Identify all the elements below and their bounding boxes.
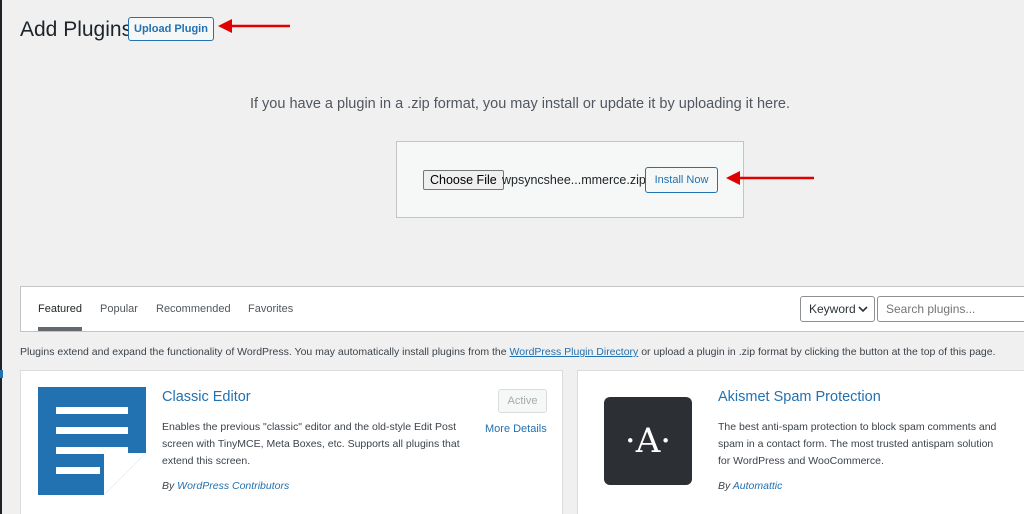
upload-help-text: If you have a plugin in a .zip format, y… bbox=[249, 96, 791, 112]
sidebar-indicator bbox=[0, 370, 3, 378]
intro-text-start: Plugins extend and expand the functional… bbox=[20, 346, 510, 358]
tab-popular[interactable]: Popular bbox=[100, 287, 138, 331]
plugin-card-akismet: ·A· Akismet Spam Protection The best ant… bbox=[577, 370, 1024, 514]
plugin-directory-link[interactable]: WordPress Plugin Directory bbox=[510, 346, 639, 358]
tab-recommended[interactable]: Recommended bbox=[156, 287, 231, 331]
more-details-link[interactable]: More Details bbox=[485, 423, 547, 435]
plugin-author: By Automattic bbox=[718, 480, 782, 492]
akismet-logo-icon[interactable]: ·A· bbox=[604, 397, 692, 485]
plugin-name-link[interactable]: Akismet Spam Protection bbox=[718, 389, 881, 405]
document-lines-icon[interactable] bbox=[38, 387, 146, 495]
upload-form: Choose File wpsyncshee...mmerce.zip Inst… bbox=[396, 141, 744, 218]
plugin-description: The best anti-spam protection to block s… bbox=[718, 421, 997, 467]
upload-plugin-button[interactable]: Upload Plugin bbox=[128, 17, 214, 41]
author-prefix: By bbox=[162, 480, 178, 492]
annotation-arrow-icon bbox=[726, 171, 814, 185]
author-prefix: By bbox=[718, 480, 733, 492]
choose-file-button[interactable]: Choose File bbox=[423, 170, 504, 190]
plugin-name-link[interactable]: Classic Editor bbox=[162, 389, 251, 405]
search-type-select[interactable]: Keyword bbox=[800, 296, 875, 322]
selected-file-name: wpsyncshee...mmerce.zip bbox=[502, 173, 646, 187]
search-plugins-input[interactable] bbox=[877, 296, 1024, 322]
plugin-filter-bar: Featured Popular Recommended Favorites K… bbox=[20, 286, 1024, 332]
search-type-value: Keyword bbox=[809, 302, 856, 316]
plugin-description: Enables the previous "classic" editor an… bbox=[162, 421, 460, 467]
page-title: Add Plugins bbox=[20, 18, 133, 41]
author-link[interactable]: WordPress Contributors bbox=[177, 480, 289, 492]
plugin-card-classic-editor: Classic Editor Enables the previous "cla… bbox=[20, 370, 563, 514]
intro-text: Plugins extend and expand the functional… bbox=[20, 346, 1024, 358]
plugin-author: By WordPress Contributors bbox=[162, 480, 289, 492]
active-status-button: Active bbox=[498, 389, 547, 413]
chevron-down-icon bbox=[858, 306, 868, 313]
akismet-logo-letter: ·A· bbox=[624, 421, 672, 461]
admin-sidebar-edge bbox=[0, 0, 2, 514]
install-now-button[interactable]: Install Now bbox=[645, 167, 718, 193]
intro-text-end: or upload a plugin in .zip format by cli… bbox=[638, 346, 996, 358]
author-link[interactable]: Automattic bbox=[733, 480, 783, 492]
tab-featured[interactable]: Featured bbox=[38, 287, 83, 331]
tab-favorites[interactable]: Favorites bbox=[248, 287, 293, 331]
annotation-arrow-icon bbox=[218, 19, 290, 33]
